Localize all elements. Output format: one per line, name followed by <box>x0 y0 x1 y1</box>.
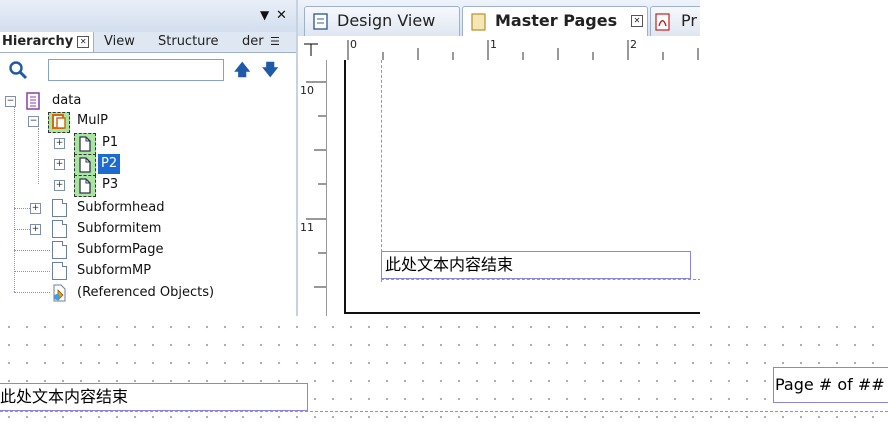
subform-icon <box>52 262 67 280</box>
ruler-label: 2 <box>630 38 637 51</box>
page-bottom-edge <box>344 312 700 314</box>
tree-item-label: data <box>52 93 82 108</box>
tree-item-label: MulP <box>77 113 108 128</box>
margin-guide <box>0 411 888 412</box>
vertical-ruler-ticks <box>306 81 326 288</box>
panel-close-icon[interactable]: ✕ <box>276 8 287 23</box>
tree-item-label: SubformPage <box>77 242 164 257</box>
margin-guide <box>381 60 382 282</box>
text-object[interactable]: 此处文本内容结束 <box>381 251 691 279</box>
hierarchy-panel: ▼ ✕ Hierarchy ✕ View Structure der ☰ 🡅 🡇 … <box>0 0 296 316</box>
tab-order[interactable]: der <box>242 32 264 52</box>
design-view-icon <box>313 13 328 30</box>
tab-hierarchy[interactable]: Hierarchy ✕ <box>0 32 95 52</box>
tree-item-subformmp[interactable]: SubformMP <box>0 261 296 281</box>
ruler-label: 1 <box>490 38 497 51</box>
referenced-objects-icon <box>53 284 66 302</box>
tree-item-label: Subformitem <box>77 221 162 236</box>
tree-item-label: Subformhead <box>77 200 165 215</box>
search-input[interactable] <box>48 59 224 81</box>
text-object-bottom[interactable]: 此处文本内容结束 <box>0 383 308 411</box>
page-icon <box>74 154 96 176</box>
tab-structure[interactable]: Structure <box>158 32 218 52</box>
ruler-label: 10 <box>300 84 314 97</box>
tab-preview-pdf[interactable]: Pr <box>650 6 700 36</box>
search-icon[interactable] <box>8 60 28 80</box>
vertical-ruler[interactable]: 10 11 <box>298 60 327 316</box>
data-root-icon <box>26 92 40 110</box>
tree-item-label: P2 <box>98 154 121 174</box>
ruler-origin-icon <box>304 43 318 56</box>
tree-item-p2[interactable]: + P2 <box>0 154 296 176</box>
tree-item-label: P3 <box>102 177 119 192</box>
ruler-label: 11 <box>300 221 314 234</box>
subform-icon <box>52 241 67 259</box>
expand-icon[interactable]: + <box>54 138 65 149</box>
tree-item-subformhead[interactable]: + Subformhead <box>0 198 296 218</box>
tree-item-label: P1 <box>102 135 119 150</box>
tree-item-p3[interactable]: + P3 <box>0 175 296 197</box>
tree-item-data[interactable]: − data <box>0 91 296 111</box>
tree-item-subformpage[interactable]: SubformPage <box>0 240 296 260</box>
page-number-field[interactable]: Page # of ## <box>773 367 888 403</box>
panel-titlebar: ▼ ✕ <box>0 0 296 33</box>
design-canvas[interactable]: 此处文本内容结束 <box>327 60 700 316</box>
horizontal-ruler[interactable]: 0 1 2 <box>326 36 700 61</box>
panel-menu-icon[interactable]: ▼ <box>260 8 269 22</box>
expand-icon[interactable]: + <box>30 224 41 235</box>
expand-icon[interactable]: + <box>54 159 65 170</box>
collapse-icon[interactable]: − <box>5 96 16 107</box>
ruler-corner[interactable] <box>298 36 326 60</box>
tab-view[interactable]: View <box>104 32 135 52</box>
margin-guide <box>381 279 700 280</box>
collapse-icon[interactable]: − <box>28 116 39 127</box>
arrow-up-icon[interactable]: 🡅 <box>234 59 250 86</box>
horizontal-ruler-ticks <box>347 40 699 60</box>
page-left-edge <box>344 60 346 314</box>
arrow-down-icon[interactable]: 🡇 <box>262 59 278 86</box>
tab-close-icon[interactable]: ✕ <box>77 36 90 48</box>
master-pages-tab-icon <box>471 13 486 31</box>
tab-close-icon[interactable]: ✕ <box>631 15 643 27</box>
tree-item-subformitem[interactable]: + Subformitem <box>0 219 296 239</box>
tree-item-label: (Referenced Objects) <box>77 285 215 300</box>
page-icon <box>74 133 96 155</box>
tree-item-label: SubformMP <box>77 263 152 278</box>
tab-design-view[interactable]: Design View <box>304 6 460 36</box>
ruler-label: 0 <box>350 38 357 51</box>
tab-overflow-icon[interactable]: ☰ <box>270 32 280 52</box>
document-tabbar: Design View Master Pages ✕ Pr <box>298 0 700 37</box>
tree-item-mulp[interactable]: − MulP <box>0 111 296 133</box>
expand-icon[interactable]: + <box>30 203 41 214</box>
subform-icon <box>52 220 67 238</box>
tab-master-pages[interactable]: Master Pages ✕ <box>462 6 648 36</box>
expand-icon[interactable]: + <box>54 180 65 191</box>
tree-item-p1[interactable]: + P1 <box>0 133 296 155</box>
tree-item-referenced-objects[interactable]: (Referenced Objects) <box>0 283 296 303</box>
page-icon <box>74 175 96 197</box>
pdf-icon <box>655 13 670 31</box>
panel-tabs: Hierarchy ✕ View Structure der ☰ <box>0 32 296 53</box>
search-row: 🡅 🡇 <box>0 53 296 87</box>
master-pages-icon <box>48 112 70 133</box>
subform-icon <box>52 199 67 217</box>
